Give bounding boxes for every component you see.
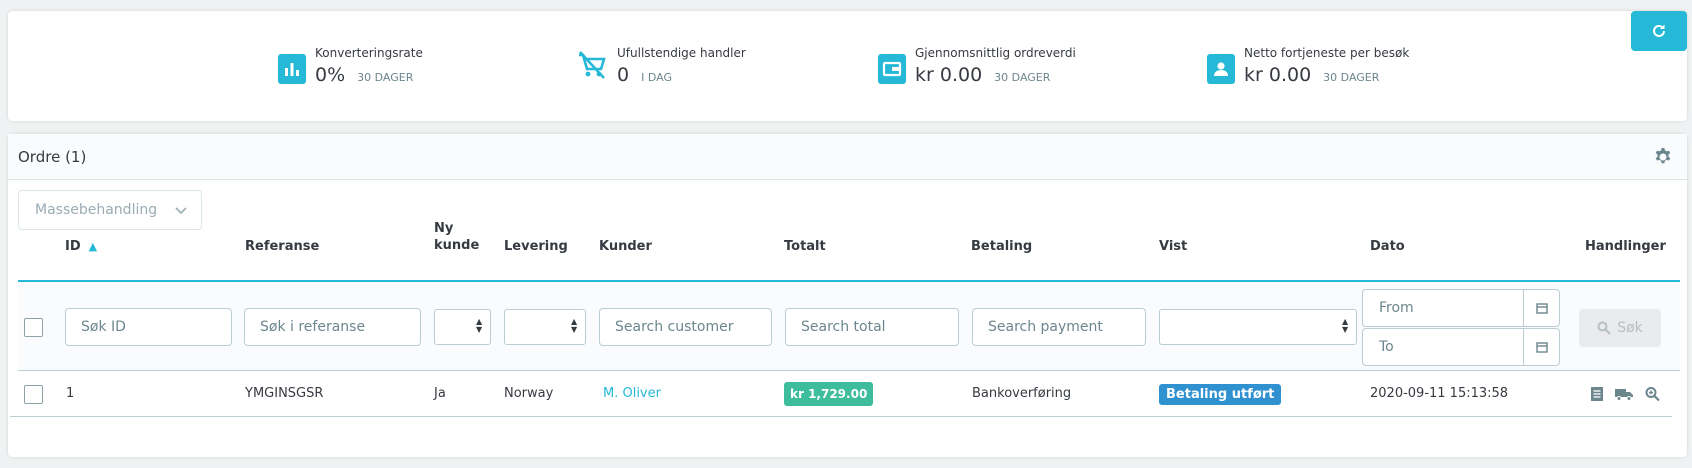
filter-total-input[interactable]: Search total	[785, 308, 959, 346]
calendar-icon[interactable]	[1523, 329, 1559, 365]
search-label: Søk	[1617, 320, 1643, 336]
search-button[interactable]: Søk	[1579, 309, 1661, 347]
column-label-line1: Ny	[434, 221, 454, 236]
refresh-icon	[1653, 24, 1665, 37]
row-status-badge: Betaling utført	[1159, 384, 1282, 405]
date-to-placeholder: To	[1379, 339, 1394, 355]
filter-date-from[interactable]: From	[1362, 289, 1560, 327]
column-header-payment: Betaling	[971, 239, 1033, 254]
column-header-delivery: Levering	[504, 239, 568, 254]
row-new-customer: Ja	[434, 386, 446, 401]
select-all-checkbox[interactable]	[24, 318, 43, 337]
user-icon	[1207, 54, 1235, 84]
column-label-line2: kunde	[434, 238, 480, 253]
select-arrows-icon: ▲ ▼	[476, 317, 483, 334]
filter-customer-input[interactable]: Search customer	[599, 308, 772, 346]
column-header-customer: Kunder	[599, 239, 652, 254]
row-payment: Bankoverføring	[972, 386, 1072, 401]
kpi-period: 30 DAGER	[1323, 71, 1380, 84]
truck-icon[interactable]	[1614, 386, 1634, 402]
kpi-period: I DAG	[641, 71, 672, 84]
select-arrows-icon: ▲ ▼	[1342, 317, 1349, 334]
refresh-button[interactable]	[1631, 11, 1687, 51]
kpi-period: 30 DAGER	[357, 71, 414, 84]
row-id: 1	[66, 386, 75, 401]
kpi-net-profit-per-visit: Netto fortjeneste per besøk kr 0.00 30 D…	[1207, 44, 1409, 86]
kpi-average-order-value: Gjennomsnittlig ordreverdi kr 0.00 30 DA…	[878, 44, 1076, 86]
invoice-icon[interactable]	[1588, 386, 1606, 402]
kpi-conversion-rate: Konverteringsrate 0% 30 DAGER	[278, 44, 423, 86]
wallet-icon	[878, 54, 906, 84]
row-delivery: Norway	[504, 386, 554, 401]
column-header-new-customer: Ny kunde	[434, 220, 479, 254]
filter-delivery-select[interactable]: ▲ ▼	[504, 309, 586, 345]
column-label: ID	[65, 239, 81, 254]
panel-header: Ordre (1)	[8, 134, 1687, 180]
column-header-status: Vist	[1159, 239, 1188, 254]
date-from-placeholder: From	[1379, 300, 1414, 316]
view-details-icon[interactable]	[1644, 386, 1662, 402]
column-header-total: Totalt	[784, 239, 826, 254]
kpi-title: Konverteringsrate	[315, 46, 423, 60]
filter-status-select[interactable]: ▲ ▼	[1159, 309, 1357, 345]
bulk-actions-label: Massebehandling	[35, 202, 158, 218]
filter-payment-input[interactable]: Search payment	[972, 308, 1146, 346]
kpi-title: Gjennomsnittlig ordreverdi	[915, 46, 1076, 60]
calendar-icon[interactable]	[1523, 290, 1559, 326]
bulk-actions-button[interactable]: Massebehandling	[18, 190, 202, 230]
kpi-value: 0	[617, 64, 630, 86]
row-customer-link[interactable]: M. Oliver	[603, 386, 661, 401]
kpi-title: Ufullstendige handler	[617, 46, 746, 60]
sort-asc-icon[interactable]: ▲	[89, 240, 97, 253]
kpi-value: 0%	[315, 64, 346, 86]
search-icon	[1597, 321, 1611, 335]
kpi-panel: Konverteringsrate 0% 30 DAGER Ufullstend…	[8, 11, 1687, 121]
filter-reference-input[interactable]: Søk i referanse	[244, 308, 421, 346]
kpi-abandoned-carts: Ufullstendige handler 0 I DAG	[574, 44, 746, 86]
kpi-value: kr 0.00	[1244, 64, 1312, 86]
kpi-value: kr 0.00	[915, 64, 983, 86]
filter-id-input[interactable]: Søk ID	[65, 308, 232, 346]
row-date: 2020-09-11 15:13:58	[1370, 386, 1509, 401]
row-total-badge: kr 1,729.00	[784, 382, 874, 406]
filter-date-to[interactable]: To	[1362, 328, 1560, 366]
column-header-id[interactable]: ID ▲	[65, 238, 97, 255]
panel-title: Ordre (1)	[18, 147, 87, 166]
filter-new-customer-select[interactable]: ▲ ▼	[434, 309, 491, 345]
column-header-reference: Referanse	[245, 239, 320, 254]
row-reference: YMGINSGSR	[245, 386, 324, 401]
column-header-date: Dato	[1370, 239, 1405, 254]
column-header-actions: Handlinger	[1585, 239, 1666, 254]
gear-icon[interactable]	[1653, 147, 1673, 167]
row-checkbox[interactable]	[24, 385, 43, 404]
bar-chart-icon	[278, 54, 306, 84]
cart-off-icon	[574, 48, 608, 82]
select-arrows-icon: ▲ ▼	[571, 317, 578, 334]
kpi-period: 30 DAGER	[994, 71, 1051, 84]
kpi-title: Netto fortjeneste per besøk	[1244, 46, 1410, 60]
chevron-down-icon	[175, 207, 187, 215]
row-divider	[10, 416, 1672, 417]
